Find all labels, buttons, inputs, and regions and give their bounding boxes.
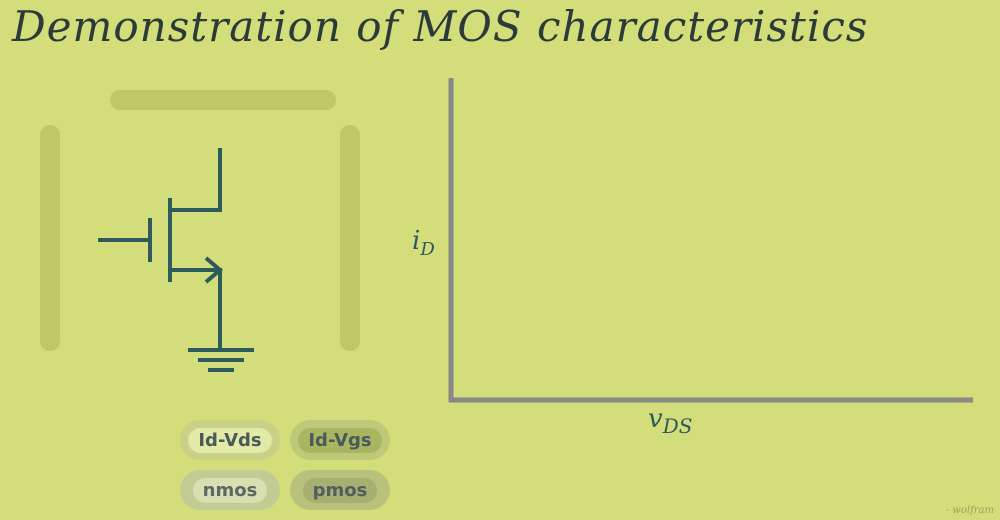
ground-symbol (188, 348, 254, 372)
nmos-transistor-symbol (98, 148, 224, 350)
pmos-label: pmos (302, 477, 378, 503)
plot-axes (448, 78, 973, 403)
id-vgs-label: Id-Vgs (298, 427, 382, 453)
x-axis-label: vDS (648, 404, 693, 439)
pmos-button[interactable]: pmos (290, 470, 390, 510)
id-vds-button[interactable]: Id-Vds (180, 420, 280, 460)
nmos-label: nmos (192, 477, 268, 503)
id-vds-label: Id-Vds (188, 427, 272, 453)
y-axis-label: iD (412, 226, 435, 261)
id-vgs-button[interactable]: Id-Vgs (290, 420, 390, 460)
nmos-button[interactable]: nmos (180, 470, 280, 510)
credit-text: - wolfram (945, 505, 994, 516)
diagram-canvas (98, 78, 973, 403)
